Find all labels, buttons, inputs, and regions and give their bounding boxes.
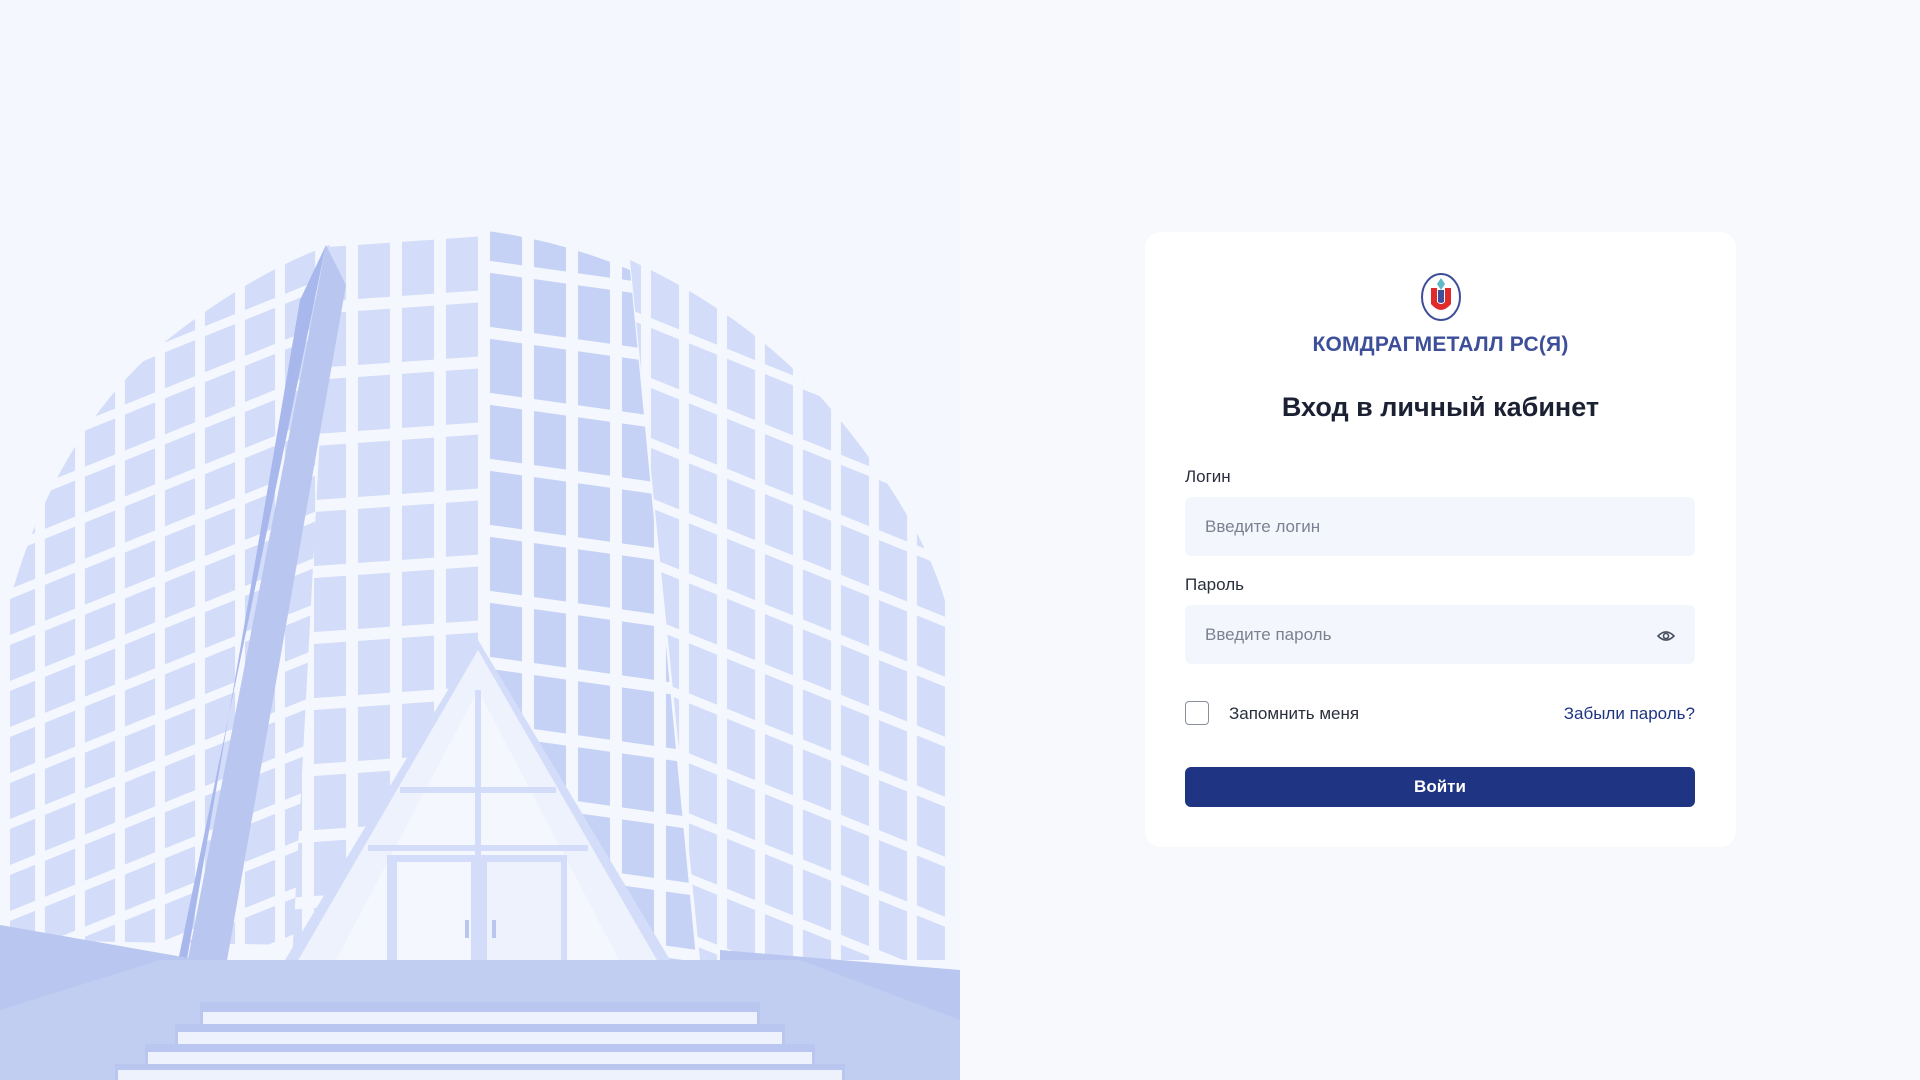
forgot-password-link[interactable]: Забыли пароль? <box>1564 704 1695 724</box>
remember-me-checkbox[interactable] <box>1185 701 1209 725</box>
shield-emblem-icon <box>1420 273 1461 321</box>
password-label: Пароль <box>1185 575 1244 594</box>
remember-me-label: Запомнить меня <box>1229 704 1360 723</box>
show-password-button[interactable] <box>1654 624 1678 648</box>
login-label: Логин <box>1185 467 1231 486</box>
password-input[interactable] <box>1185 605 1695 664</box>
login-card: КОМДРАГМЕТАЛЛ РС(Я) Вход в личный кабине… <box>1145 232 1736 847</box>
logo: КОМДРАГМЕТАЛЛ РС(Я) <box>1145 272 1736 357</box>
brand-name: КОМДРАГМЕТАЛЛ РС(Я) <box>1312 333 1569 356</box>
login-page: КОМДРАГМЕТАЛЛ РС(Я) Вход в личный кабине… <box>0 0 1920 1080</box>
page-title: Вход в личный кабинет <box>1281 392 1600 422</box>
login-input[interactable] <box>1185 497 1695 556</box>
building-illustration <box>0 229 960 1080</box>
remember-row: Запомнить меня Забыли пароль? <box>1185 700 1695 728</box>
login-button[interactable]: Войти <box>1185 767 1695 807</box>
eye-icon <box>1657 631 1675 641</box>
building-illustration-panel <box>0 0 960 1080</box>
